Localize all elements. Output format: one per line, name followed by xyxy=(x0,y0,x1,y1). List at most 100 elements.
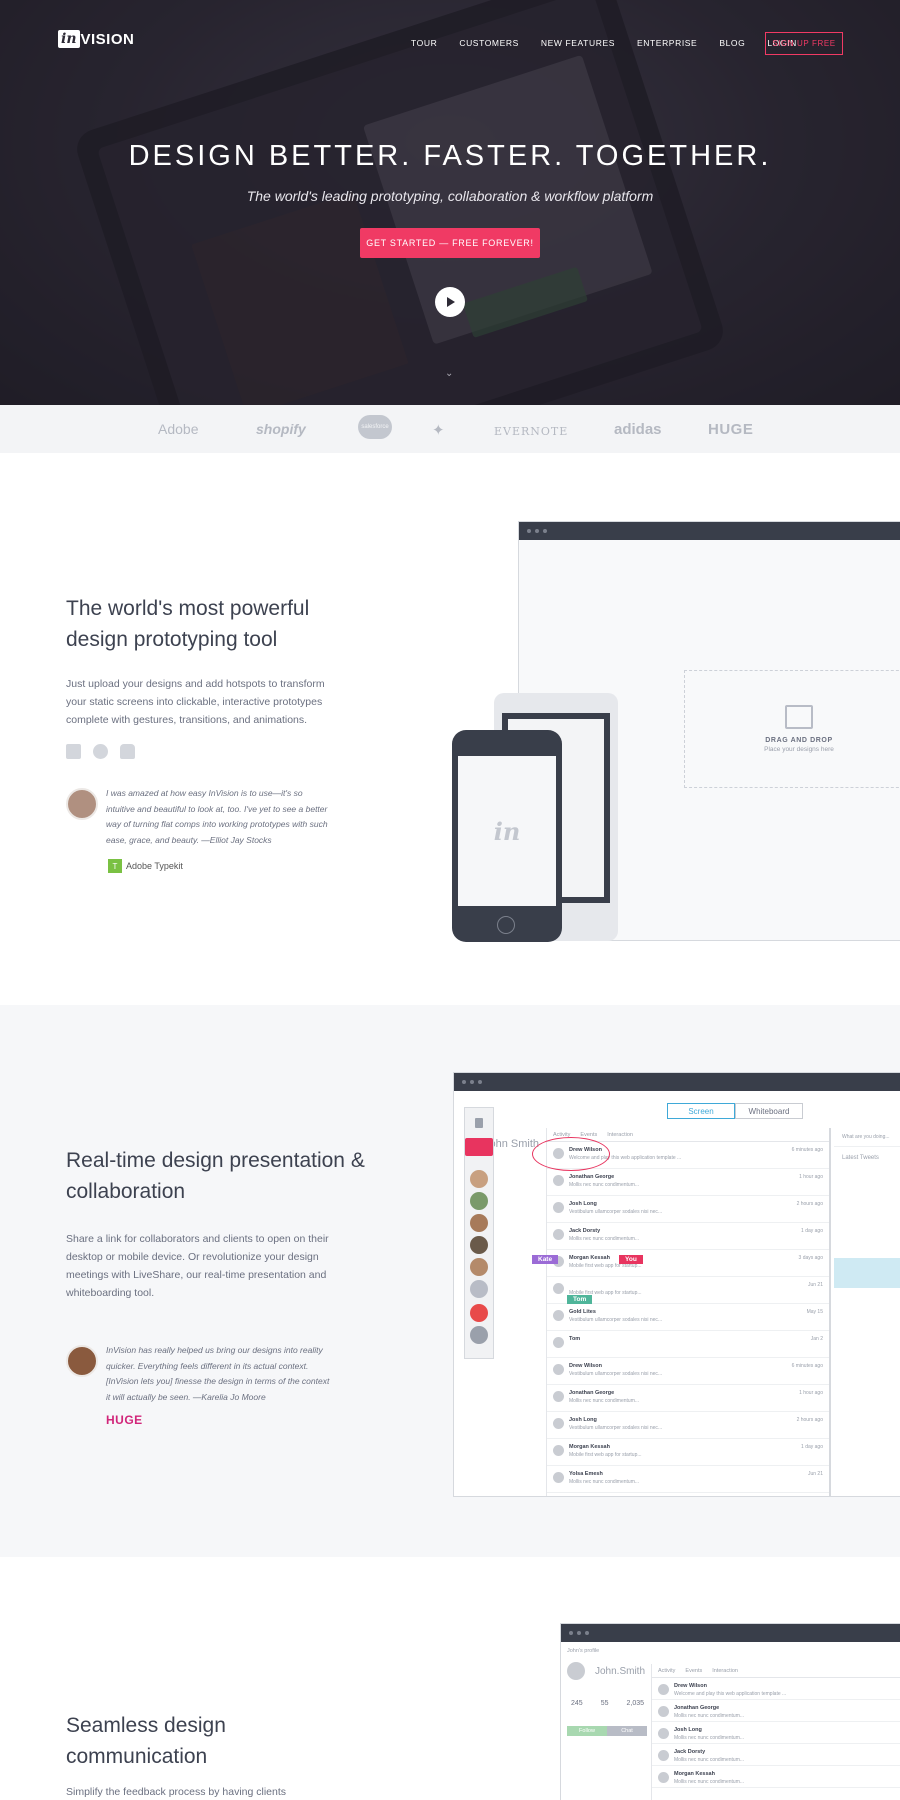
avatar xyxy=(553,1310,564,1321)
microphone-icon[interactable] xyxy=(470,1326,488,1344)
platform-icons xyxy=(66,744,135,759)
status-input[interactable]: What are you doing... xyxy=(834,1128,900,1147)
section-body: Share a link for collaborators and clien… xyxy=(66,1233,329,1299)
section-heading: The world's most powerful design prototy… xyxy=(66,597,310,651)
shopify-logo: shopify xyxy=(256,421,306,437)
tweets-title: Latest Tweets xyxy=(842,1155,879,1161)
item-time: 2 hours ago xyxy=(796,1201,823,1207)
logo-mark: in xyxy=(58,30,80,48)
section-prototyping: The world's most powerful design prototy… xyxy=(0,453,900,1005)
item-name: Yolsa Emesh xyxy=(569,1471,603,1477)
whiteboard-tab[interactable]: Whiteboard xyxy=(735,1103,803,1119)
dropzone-subtitle: Place your designs here xyxy=(764,746,834,753)
hang-up-icon[interactable] xyxy=(470,1304,488,1322)
avatar xyxy=(553,1472,564,1483)
section-heading: Real-time design presentation & collabor… xyxy=(66,1149,365,1203)
adidas-logo: adidas xyxy=(614,421,662,438)
list-item[interactable]: Morgan Kessah Mobile first web app for st… xyxy=(547,1439,829,1466)
list-item[interactable]: Drew Wilson Welcome and play this web app… xyxy=(652,1678,900,1700)
nav-tour[interactable]: TOUR xyxy=(411,38,437,48)
tab-interaction[interactable]: Interaction xyxy=(712,1668,738,1674)
list-item[interactable]: Tom Jan 2 xyxy=(547,1331,829,1358)
tab-interaction[interactable]: Interaction xyxy=(607,1132,633,1138)
home-button-icon xyxy=(497,916,515,934)
list-item[interactable]: Josh Long Vestibulum ullamcorper sodales … xyxy=(547,1196,829,1223)
item-text: Mollis nec nunc condimentum... xyxy=(674,1779,745,1785)
item-text: Vestibulum ullamcorper sodales nisi nec.… xyxy=(569,1371,663,1377)
tab-activity[interactable]: Activity xyxy=(658,1668,675,1674)
tab-events[interactable]: Events xyxy=(685,1668,702,1674)
highlight-card xyxy=(834,1258,900,1288)
tweets-panel: What are you doing... Latest Tweets xyxy=(834,1128,900,1496)
typekit-brand: T Adobe Typekit xyxy=(108,859,183,873)
list-item[interactable]: Morgan Kessah Mollis nec nunc condimentum… xyxy=(652,1766,900,1788)
nav-enterprise[interactable]: ENTERPRISE xyxy=(637,38,697,48)
participant-avatar[interactable] xyxy=(470,1258,488,1276)
list-item[interactable]: Jonathan George Mollis nec nunc condiment… xyxy=(547,1169,829,1196)
section-body: Simplify the feedback process by having … xyxy=(66,1786,287,1798)
top-nav: in VISION TOUR CUSTOMERS NEW FEATURES EN… xyxy=(0,0,900,80)
list-item[interactable]: Yolsa Emesh Mollis nec nunc condimentum..… xyxy=(547,1466,829,1493)
list-item[interactable]: Jonathan George Mollis nec nunc condiment… xyxy=(652,1700,900,1722)
stat-value: 55 xyxy=(600,1700,609,1707)
follow-button[interactable]: Follow xyxy=(567,1726,607,1736)
participant-avatar[interactable] xyxy=(470,1170,488,1188)
signup-button[interactable]: SIGN UP FREE xyxy=(765,32,843,55)
avatar xyxy=(553,1445,564,1456)
item-time: Jun 21 xyxy=(807,1282,823,1288)
list-item[interactable]: Jack Dorsty Mollis nec nunc condimentum..… xyxy=(547,1223,829,1250)
nav-new-features[interactable]: NEW FEATURES xyxy=(541,38,615,48)
avatar xyxy=(66,1345,98,1377)
draw-icon[interactable] xyxy=(465,1138,493,1156)
item-time: 1 day ago xyxy=(801,1228,823,1234)
invision-logo[interactable]: in VISION xyxy=(58,30,134,48)
item-name: Gold Lites xyxy=(569,1309,596,1315)
activity-feed: Activity Events Interaction Drew Wilson W… xyxy=(651,1664,900,1800)
browser-bar xyxy=(561,1624,900,1642)
item-name: Jonathan George xyxy=(674,1705,720,1711)
avatar xyxy=(567,1662,585,1680)
breadcrumb[interactable]: John's profile xyxy=(567,1648,599,1654)
get-started-button[interactable]: GET STARTED — FREE FOREVER! xyxy=(360,228,540,258)
item-name: Jonathan George xyxy=(569,1390,615,1396)
avatar xyxy=(553,1391,564,1402)
avatar xyxy=(553,1283,564,1294)
chevron-down-icon[interactable]: ⌄ xyxy=(445,368,453,379)
item-name: Morgan Kessah xyxy=(569,1255,610,1261)
participant-avatar[interactable] xyxy=(470,1236,488,1254)
list-item[interactable]: Josh Long Mollis nec nunc condimentum... xyxy=(652,1722,900,1744)
nav-blog[interactable]: BLOG xyxy=(719,38,745,48)
item-time: May 15 xyxy=(806,1309,823,1315)
chat-button[interactable]: Chat xyxy=(607,1726,647,1736)
list-item[interactable]: Morgan Kessah Mobile first web app for st… xyxy=(547,1250,829,1277)
item-name: Josh Long xyxy=(569,1417,597,1423)
twitter-logo: ✦ xyxy=(432,422,445,439)
hero-subtitle: The world's leading prototyping, collabo… xyxy=(246,188,654,204)
item-time: 6 minutes ago xyxy=(791,1363,823,1369)
section-heading: Seamless design communication xyxy=(66,1714,226,1768)
activity-feed: Activity Events Interaction Drew Wilson W… xyxy=(546,1128,831,1496)
pointer-icon[interactable] xyxy=(475,1118,483,1128)
huge-logo: HUGE xyxy=(708,421,754,438)
hero-title: DESIGN BETTER. FASTER. TOGETHER. xyxy=(128,140,772,172)
participant-avatar[interactable] xyxy=(470,1192,488,1210)
item-name: Morgan Kessah xyxy=(569,1444,610,1450)
participant-avatar[interactable] xyxy=(470,1214,488,1232)
list-item[interactable]: Drew Wilson Vestibulum ullamcorper sodale… xyxy=(547,1358,829,1385)
adobe-logo: Adobe xyxy=(158,421,199,437)
image-icon xyxy=(785,705,813,729)
play-video-button[interactable] xyxy=(435,287,465,317)
screen-tab[interactable]: Screen xyxy=(667,1103,735,1119)
nav-customers[interactable]: CUSTOMERS xyxy=(459,38,519,48)
list-item[interactable]: Gold Lites Vestibulum ullamcorper sodales… xyxy=(547,1304,829,1331)
tab-events[interactable]: Events xyxy=(580,1132,597,1138)
list-item[interactable]: Josh Long Vestibulum ullamcorper sodales … xyxy=(547,1412,829,1439)
list-item[interactable]: Jack Dorsty Mollis nec nunc condimentum..… xyxy=(652,1744,900,1766)
item-text: Mollis nec nunc condimentum... xyxy=(569,1182,640,1188)
section-body: Just upload your designs and add hotspot… xyxy=(66,678,325,726)
add-person-icon[interactable] xyxy=(470,1280,488,1298)
item-text: Welcome and play this web application te… xyxy=(674,1691,787,1697)
list-item[interactable]: Jonathan George Mollis nec nunc condiment… xyxy=(547,1385,829,1412)
drop-zone[interactable]: DRAG AND DROP Place your designs here xyxy=(684,670,900,788)
item-time: 6 minutes ago xyxy=(791,1147,823,1153)
